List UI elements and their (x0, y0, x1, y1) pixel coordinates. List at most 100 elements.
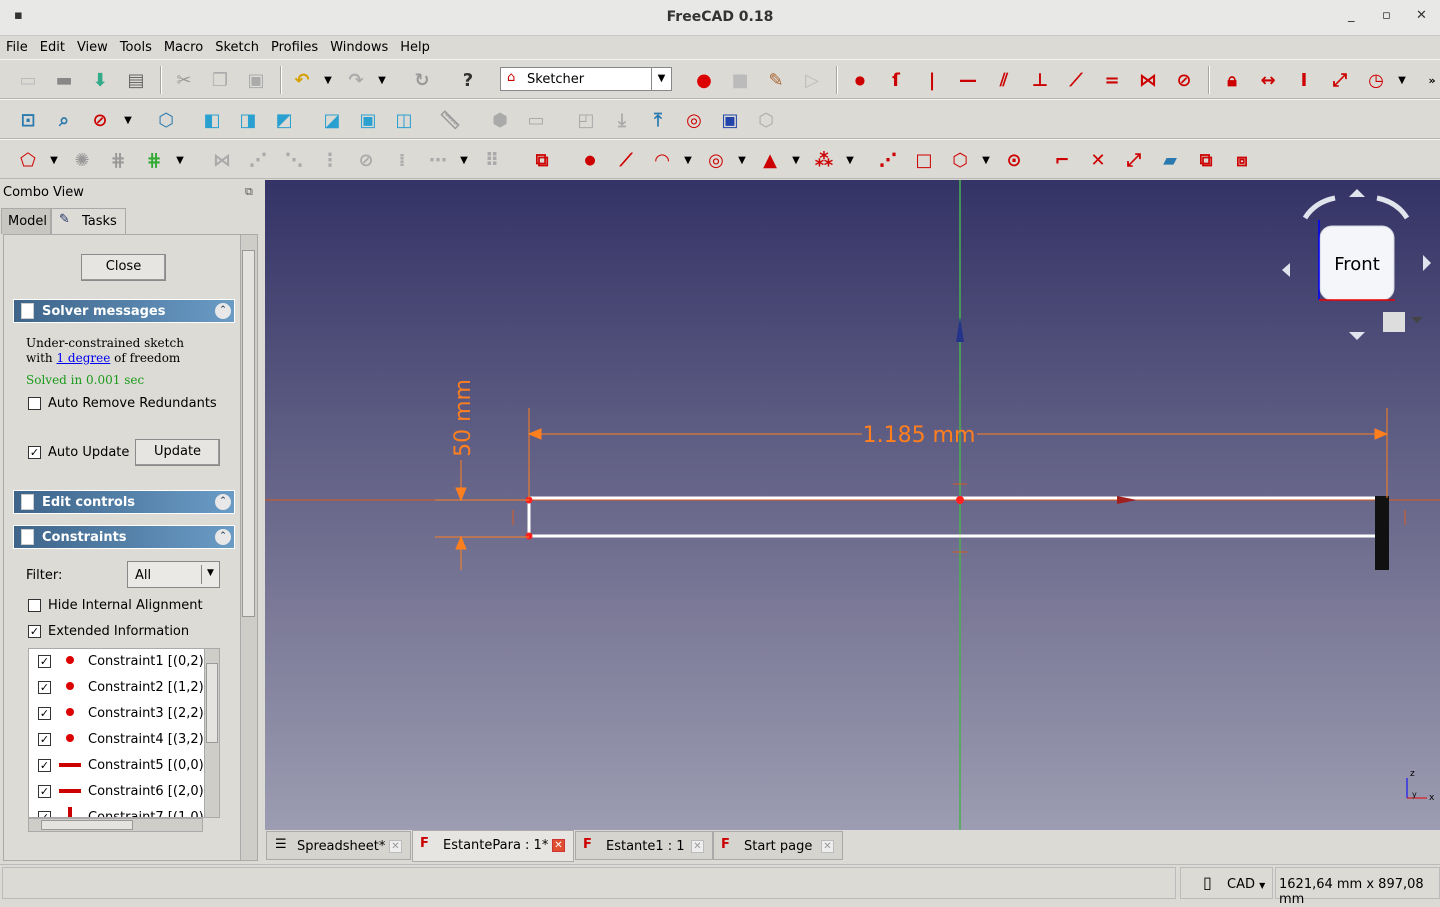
grid-icon[interactable]: ⠿ (480, 148, 504, 172)
vertical-dimension[interactable] (435, 460, 529, 570)
arc-icon[interactable]: ◠ (650, 148, 674, 172)
circle-icon[interactable]: ◎ (704, 148, 728, 172)
part-icon[interactable]: ⬢ (488, 108, 512, 132)
3d-viewport[interactable]: 1.185 mm 50 mm Front z y x (265, 180, 1440, 830)
collapse-icon[interactable]: ⌃ (215, 494, 231, 510)
draw-style-icon[interactable]: ⊘ (88, 108, 112, 132)
menu-windows[interactable]: Windows (324, 36, 394, 55)
trim-icon[interactable]: ✕ (1086, 148, 1110, 172)
list-vertical-scrollbar[interactable] (204, 649, 219, 817)
constraint-row[interactable]: ✓ Constraint7 [(1,0)] (29, 805, 209, 817)
external-geometry-icon[interactable]: ▰ (1158, 148, 1182, 172)
carbon-copy-icon[interactable]: ⧉ (530, 148, 554, 172)
whats-this-icon[interactable]: ? (456, 68, 480, 92)
macro-edit-icon[interactable]: ✎ (764, 68, 788, 92)
polygon-icon[interactable]: ⬡ (948, 148, 972, 172)
close-shape-icon[interactable]: ✺ (70, 148, 94, 172)
fit-selection-icon[interactable]: ⌕ (52, 108, 76, 132)
constraint-row[interactable]: ✓ Constraint4 [(3,2),( (29, 727, 213, 753)
constrain-horizontal-icon[interactable]: — (956, 68, 980, 92)
close-tab-icon[interactable]: ✕ (552, 839, 565, 852)
sketcher-tool-icon[interactable]: ⬠ (16, 148, 40, 172)
tab-model[interactable]: Model (1, 208, 51, 234)
reorient-sketch-icon[interactable]: ⬡ (754, 108, 778, 132)
new-sketch-icon[interactable]: ◰ (574, 108, 598, 132)
close-window-button[interactable]: ✕ (1416, 8, 1427, 23)
constraint-visible-checkbox[interactable]: ✓ (38, 681, 51, 694)
constrain-equal-icon[interactable]: = (1100, 68, 1124, 92)
constraints-header[interactable]: Constraints ⌃ (13, 525, 235, 549)
point-icon[interactable]: ● (578, 148, 602, 172)
constraint-visible-checkbox[interactable]: ✓ (38, 655, 51, 668)
macro-record-icon[interactable]: ● (692, 68, 716, 92)
constraint-row[interactable]: ✓ Constraint2 [(1,2),( (29, 675, 213, 701)
left-view-icon[interactable]: ◫ (392, 108, 416, 132)
print-icon[interactable]: ▤ (124, 68, 148, 92)
polyline-icon[interactable]: ⋰ (876, 148, 900, 172)
maximize-button[interactable]: ▫ (1382, 8, 1391, 23)
navigation-cube[interactable]: Front (1282, 189, 1431, 340)
tab-start-page[interactable]: F Start page ✕ (713, 831, 843, 860)
constrain-tangent-icon[interactable]: ⟋ (1064, 68, 1088, 92)
constraint-row[interactable]: ✓ Constraint1 [(0,2),( (29, 649, 213, 675)
open-icon[interactable]: ▬ (52, 68, 76, 92)
constraint-visible-checkbox[interactable]: ✓ (38, 733, 51, 746)
cut-icon[interactable]: ✂ (172, 68, 196, 92)
undo-icon[interactable]: ↶ (290, 68, 314, 92)
redo-dropdown-icon[interactable]: ▼ (370, 68, 394, 92)
filter-select[interactable]: All ▼ (127, 561, 220, 588)
hide-internal-alignment-checkbox[interactable] (28, 599, 41, 612)
map-sketch-icon[interactable]: ▣ (718, 108, 742, 132)
close-tab-icon[interactable]: ✕ (691, 840, 704, 853)
close-tab-icon[interactable]: ✕ (389, 840, 402, 853)
rear-view-icon[interactable]: ◪ (320, 108, 344, 132)
dropdown-icon[interactable]: ▼ (676, 148, 700, 172)
dropdown-icon[interactable]: ▼ (730, 148, 754, 172)
tab-tasks[interactable]: ✎ Tasks (51, 208, 126, 234)
copy-icon[interactable]: ❐ (208, 68, 232, 92)
constraint-visible-checkbox[interactable]: ✓ (38, 759, 51, 772)
toolbar-overflow-icon[interactable]: » (1420, 68, 1440, 92)
sketch-edge-right[interactable] (1375, 496, 1389, 570)
tab-estantepara[interactable]: F EstantePara : 1* ✕ (412, 830, 574, 862)
save-icon[interactable]: ⬇ (88, 68, 112, 92)
carbon-copy-2-icon[interactable]: ⧉ (1194, 148, 1218, 172)
menu-tools[interactable]: Tools (114, 36, 158, 55)
undock-icon[interactable]: ⧉ (245, 185, 253, 199)
connect-edges-icon[interactable]: ⋕ (106, 148, 130, 172)
leave-sketch-icon[interactable]: ⤓ (610, 108, 634, 132)
undo-dropdown-icon[interactable]: ▼ (316, 68, 340, 92)
bottom-view-icon[interactable]: ▣ (356, 108, 380, 132)
menu-profiles[interactable]: Profiles (265, 36, 324, 55)
rectangle-icon[interactable]: □ (912, 148, 936, 172)
auto-remove-redundants-checkbox[interactable] (28, 397, 41, 410)
scrollbar-thumb[interactable] (41, 820, 133, 830)
menu-file[interactable]: File (0, 36, 34, 55)
symmetry-icon[interactable]: ⋈ (210, 148, 234, 172)
close-button[interactable]: Close (81, 254, 166, 281)
close-tab-icon[interactable]: ✕ (821, 840, 834, 853)
view-section-icon[interactable]: ◎ (682, 108, 706, 132)
menu-help[interactable]: Help (394, 36, 436, 55)
horizontal-dimension-label[interactable]: 1.185 mm (863, 423, 976, 448)
front-view-icon[interactable]: ◧ (200, 108, 224, 132)
measure-icon[interactable]: 📏︎ (438, 108, 462, 132)
update-button[interactable]: Update (135, 439, 220, 466)
sketch-vertex[interactable] (956, 496, 964, 504)
move-icon[interactable]: ⋮ (318, 148, 342, 172)
constrain-point-on-object-icon[interactable]: ſ (884, 68, 908, 92)
minimize-button[interactable]: _ (1348, 8, 1355, 23)
array-icon[interactable]: ⊘ (354, 148, 378, 172)
copy-geometry-icon[interactable]: ⋱ (282, 148, 306, 172)
constraint-row[interactable]: ✓ Constraint3 [(2,2),( (29, 701, 213, 727)
constraint-visible-checkbox[interactable]: ✓ (38, 707, 51, 720)
menu-sketch[interactable]: Sketch (209, 36, 265, 55)
clone-icon[interactable]: ⋰ (246, 148, 270, 172)
construction-mode-icon[interactable]: ⧈ (1230, 148, 1254, 172)
scrollbar-thumb[interactable] (206, 663, 218, 743)
workbench-selector[interactable]: ⌂ Sketcher ▼ (500, 67, 672, 91)
new-file-icon[interactable]: ▭ (16, 68, 40, 92)
conic-icon[interactable]: ▲ (758, 148, 782, 172)
scrollbar-thumb[interactable] (242, 250, 255, 617)
constrain-distance-icon[interactable]: ⤢ (1328, 68, 1352, 92)
